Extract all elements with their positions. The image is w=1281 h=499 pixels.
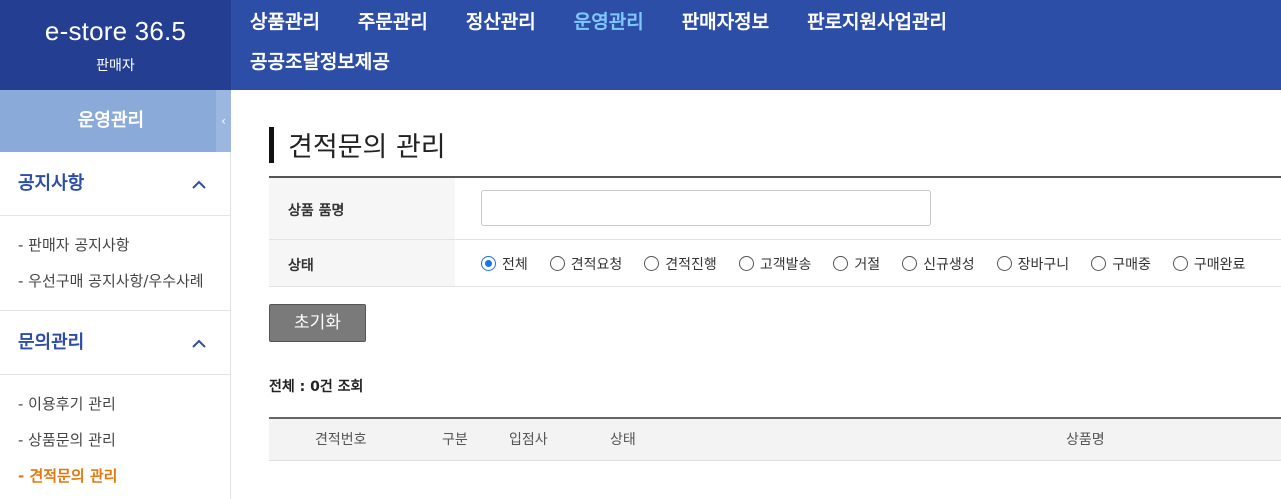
search-form: 상품 품명 상태 전체 견적요청 견적진행 고객발송 거절 신규생성 장바구니 … bbox=[269, 176, 1281, 287]
nav-item-procurement-info[interactable]: 공공조달정보제공 bbox=[250, 48, 390, 76]
sidebar-header-label: 운영관리 bbox=[77, 110, 145, 131]
chevron-up-icon bbox=[192, 180, 206, 189]
radio-unchecked-icon bbox=[996, 256, 1012, 271]
nav-item-seller-info[interactable]: 판매자정보 bbox=[682, 8, 769, 36]
radio-label: 견적요청 bbox=[570, 256, 623, 273]
sidebar-collapse-icon[interactable]: ‹ bbox=[216, 90, 231, 152]
title-marker bbox=[269, 127, 274, 163]
chevron-up-icon bbox=[192, 339, 206, 348]
column-header-quote-no[interactable]: 견적번호 bbox=[315, 419, 367, 461]
search-label-cell: 상태 bbox=[269, 240, 455, 286]
radio-label: 견적진행 bbox=[665, 256, 717, 273]
radio-label: 거절 bbox=[854, 256, 881, 273]
nav-item-operation[interactable]: 운영관리 bbox=[574, 8, 644, 36]
sidebar-section-inquiry[interactable]: 문의관리 bbox=[0, 311, 231, 375]
sidebar-link-product-inquiry[interactable]: - 상품문의 관리 bbox=[18, 429, 116, 450]
reset-button[interactable]: 초기화 bbox=[269, 304, 366, 342]
radio-label: 장바구니 bbox=[1017, 256, 1070, 273]
column-header-status[interactable]: 상태 bbox=[610, 419, 636, 461]
brand-title: e-store 36.5 bbox=[44, 16, 187, 46]
radio-label: 전체 bbox=[502, 256, 528, 273]
status-radio-new[interactable]: 신규생성 bbox=[902, 254, 975, 274]
nav-item-product[interactable]: 상품관리 bbox=[250, 8, 320, 36]
search-label-cell: 상품 품명 bbox=[269, 178, 455, 239]
top-navigation: 상품관리 주문관리 정산관리 운영관리 판매자정보 판로지원사업관리 공공조달정… bbox=[250, 8, 1270, 76]
nav-item-market-support[interactable]: 판로지원사업관리 bbox=[807, 8, 947, 36]
status-label: 상태 bbox=[288, 258, 314, 274]
sidebar-link-seller-notice[interactable]: - 판매자 공지사항 bbox=[18, 234, 130, 255]
radio-unchecked-icon bbox=[644, 256, 660, 271]
brand-logo[interactable]: e-store 36.5 판매자 bbox=[0, 0, 231, 90]
sidebar-section-notice[interactable]: 공지사항 bbox=[0, 152, 231, 216]
radio-label: 구매중 bbox=[1112, 256, 1151, 273]
search-row-status: 상태 전체 견적요청 견적진행 고객발송 거절 신규생성 장바구니 구매중 구매… bbox=[269, 240, 1281, 287]
result-table-header: 견적번호 구분 입점사 상태 상품명 bbox=[269, 417, 1281, 461]
nav-item-settlement[interactable]: 정산관리 bbox=[466, 8, 536, 36]
radio-label: 구매완료 bbox=[1193, 256, 1246, 273]
sidebar-header: 운영관리 ‹ bbox=[0, 90, 231, 152]
column-header-type[interactable]: 구분 bbox=[442, 419, 468, 461]
sidebar-link-quote-inquiry[interactable]: - 견적문의 관리 bbox=[18, 465, 117, 486]
status-radio-cart[interactable]: 장바구니 bbox=[996, 254, 1070, 274]
brand-subtitle: 판매자 bbox=[96, 58, 135, 74]
status-radio-purchased[interactable]: 구매완료 bbox=[1172, 254, 1246, 274]
status-radio-sent-customer[interactable]: 고객발송 bbox=[738, 254, 812, 274]
status-radio-quote-request[interactable]: 견적요청 bbox=[549, 254, 623, 274]
top-header: e-store 36.5 판매자 상품관리 주문관리 정산관리 운영관리 판매자… bbox=[0, 0, 1281, 90]
nav-item-order[interactable]: 주문관리 bbox=[358, 8, 428, 36]
result-count: 전체 : 0건 조회 bbox=[269, 379, 364, 395]
page-title: 견적문의 관리 bbox=[288, 132, 446, 163]
status-radio-purchasing[interactable]: 구매중 bbox=[1091, 254, 1151, 274]
radio-unchecked-icon bbox=[1091, 256, 1107, 271]
radio-unchecked-icon bbox=[902, 256, 918, 271]
sidebar-section-label: 문의관리 bbox=[18, 332, 85, 353]
column-header-vendor[interactable]: 입점사 bbox=[509, 419, 548, 461]
radio-unchecked-icon bbox=[738, 256, 754, 271]
radio-label: 신규생성 bbox=[923, 256, 975, 273]
radio-label: 고객발송 bbox=[759, 256, 812, 273]
sidebar-section-label: 공지사항 bbox=[18, 173, 85, 194]
status-radio-quote-progress[interactable]: 견적진행 bbox=[644, 254, 717, 274]
radio-unchecked-icon bbox=[833, 256, 849, 271]
status-radio-rejected[interactable]: 거절 bbox=[833, 254, 880, 274]
radio-unchecked-icon bbox=[549, 256, 565, 271]
product-name-input[interactable] bbox=[481, 190, 931, 226]
sidebar-link-priority-notice[interactable]: - 우선구매 공지사항/우수사례 bbox=[18, 270, 204, 291]
column-header-product-name[interactable]: 상품명 bbox=[1066, 419, 1105, 461]
radio-unchecked-icon bbox=[1172, 256, 1188, 271]
status-radio-group: 전체 견적요청 견적진행 고객발송 거절 신규생성 장바구니 구매중 구매완료 bbox=[481, 240, 1267, 287]
radio-checked-icon bbox=[481, 256, 496, 271]
sidebar-link-review[interactable]: - 이용후기 관리 bbox=[18, 393, 116, 414]
sidebar: 운영관리 ‹ 공지사항 - 판매자 공지사항 - 우선구매 공지사항/우수사례 … bbox=[0, 90, 231, 499]
status-radio-all[interactable]: 전체 bbox=[481, 254, 528, 274]
search-row-name: 상품 품명 bbox=[269, 178, 1281, 240]
product-name-label: 상품 품명 bbox=[288, 203, 345, 219]
